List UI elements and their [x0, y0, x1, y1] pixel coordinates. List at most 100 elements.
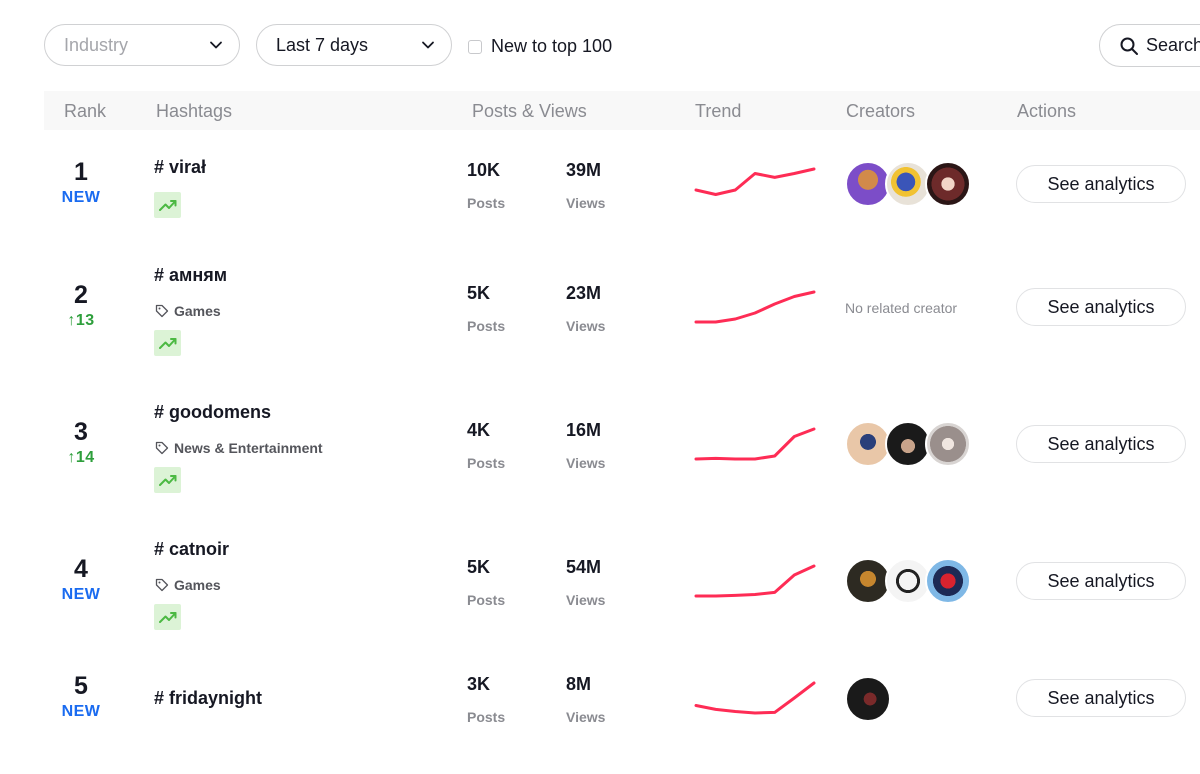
- creator-avatar[interactable]: [925, 161, 971, 207]
- header-trend: Trend: [695, 101, 742, 121]
- chevron-down-icon: [422, 41, 434, 49]
- see-analytics-button[interactable]: See analytics: [1016, 562, 1186, 600]
- trend-indicator-button[interactable]: [154, 330, 181, 356]
- rank-cell: 3 ↑14: [44, 418, 118, 467]
- rank-cell: 4 NEW: [44, 555, 118, 604]
- posts-value: 4K: [467, 420, 491, 440]
- posts-stat: 10K Posts: [467, 160, 505, 211]
- rank-change-badge: NEW: [61, 189, 101, 206]
- filter-bar: Industry Last 7 days New to top 100 Sear…: [0, 0, 1200, 90]
- table-row: 4 NEW # catnoir Games 5K Posts 54M Views…: [0, 527, 1200, 657]
- period-select[interactable]: Last 7 days: [256, 24, 452, 66]
- creator-avatar[interactable]: [925, 558, 971, 604]
- rank-cell: 2 ↑13: [44, 281, 118, 330]
- header-rank: Rank: [64, 101, 107, 121]
- rank-cell: 1 NEW: [44, 158, 118, 207]
- posts-label: Posts: [467, 195, 506, 211]
- posts-value: 10K: [467, 160, 501, 180]
- header-hashtags: Hashtags: [156, 101, 233, 121]
- tag-icon: [155, 441, 169, 455]
- search-button[interactable]: Search: [1099, 24, 1200, 67]
- trend-indicator-button[interactable]: [154, 467, 181, 493]
- search-icon: [1120, 37, 1138, 55]
- creator-avatars: [845, 161, 971, 207]
- views-value: 23M: [566, 283, 602, 303]
- trend-line: [694, 167, 816, 196]
- rank-change-badge: ↑13: [67, 312, 95, 329]
- posts-value: 5K: [467, 557, 491, 577]
- hashtag-name[interactable]: # virał: [154, 157, 206, 178]
- creator-avatar[interactable]: [925, 421, 971, 467]
- period-select-value: Last 7 days: [276, 34, 369, 55]
- views-label: Views: [566, 195, 606, 211]
- creator-avatar[interactable]: [845, 676, 891, 722]
- rank-change-badge: ↑14: [67, 449, 95, 466]
- hashtag-category-label: Games: [174, 303, 221, 319]
- rank-number: 3: [74, 418, 88, 446]
- trend-sparkline: [694, 681, 816, 715]
- trend-indicator-button[interactable]: [154, 192, 181, 218]
- views-label: Views: [566, 455, 606, 471]
- views-label: Views: [566, 318, 606, 334]
- table-header: Rank Hashtags Posts & Views Trend Creato…: [44, 91, 1200, 130]
- creator-avatars: [845, 676, 891, 722]
- posts-label: Posts: [467, 709, 506, 725]
- views-stat: 23M Views: [566, 283, 605, 334]
- see-analytics-button[interactable]: See analytics: [1016, 425, 1186, 463]
- trending-up-icon: [158, 612, 176, 623]
- trending-up-icon: [158, 200, 176, 211]
- new-to-top-toggle[interactable]: New to top 100: [468, 36, 612, 57]
- new-to-top-label: New to top 100: [491, 36, 613, 56]
- trend-line: [694, 427, 816, 461]
- views-value: 39M: [566, 160, 602, 180]
- views-label: Views: [566, 592, 606, 608]
- posts-stat: 5K Posts: [467, 283, 505, 334]
- see-analytics-button[interactable]: See analytics: [1016, 165, 1186, 203]
- industry-select-value: Industry: [64, 34, 129, 55]
- rank-number: 1: [74, 158, 88, 186]
- views-value: 16M: [566, 420, 602, 440]
- trend-line: [694, 290, 816, 324]
- header-posts-views: Posts & Views: [472, 101, 587, 121]
- table-row: 3 ↑14 # goodomens News & Entertainment 4…: [0, 390, 1200, 520]
- hashtag-name[interactable]: # амням: [154, 265, 227, 286]
- see-analytics-button[interactable]: See analytics: [1016, 679, 1186, 717]
- industry-select[interactable]: Industry: [44, 24, 240, 66]
- posts-value: 5K: [467, 283, 491, 303]
- views-stat: 16M Views: [566, 420, 605, 471]
- trend-sparkline: [694, 427, 816, 461]
- hashtag-name[interactable]: # goodomens: [154, 402, 271, 423]
- hashtag-category: News & Entertainment: [155, 440, 323, 456]
- views-stat: 54M Views: [566, 557, 605, 608]
- trend-sparkline: [694, 167, 816, 196]
- see-analytics-button[interactable]: See analytics: [1016, 288, 1186, 326]
- posts-label: Posts: [467, 318, 506, 334]
- trend-line: [694, 681, 816, 715]
- hashtag-name[interactable]: # fridaynight: [154, 688, 262, 709]
- hashtag-name[interactable]: # catnoir: [154, 539, 229, 560]
- header-actions: Actions: [1017, 101, 1077, 121]
- rank-cell: 5 NEW: [44, 672, 118, 721]
- table-row: 2 ↑13 # амням Games 5K Posts 23M Views N…: [0, 253, 1200, 383]
- trend-line: [694, 564, 816, 598]
- new-to-top-checkbox[interactable]: [468, 39, 482, 54]
- views-value: 8M: [566, 674, 592, 694]
- posts-value: 3K: [467, 674, 491, 694]
- posts-stat: 5K Posts: [467, 557, 505, 608]
- trend-sparkline: [694, 564, 816, 598]
- views-value: 54M: [566, 557, 602, 577]
- rank-number: 5: [74, 672, 88, 700]
- hashtag-category: Games: [155, 303, 221, 319]
- posts-stat: 3K Posts: [467, 674, 505, 725]
- tag-icon: [155, 578, 169, 592]
- trending-up-icon: [158, 475, 176, 486]
- posts-label: Posts: [467, 592, 506, 608]
- posts-label: Posts: [467, 455, 506, 471]
- trend-sparkline: [694, 290, 816, 324]
- trend-indicator-button[interactable]: [154, 604, 181, 630]
- creator-avatars: [845, 421, 971, 467]
- hashtag-category: Games: [155, 577, 221, 593]
- tag-icon: [155, 304, 169, 318]
- rank-number: 4: [74, 555, 88, 583]
- trending-up-icon: [158, 338, 176, 349]
